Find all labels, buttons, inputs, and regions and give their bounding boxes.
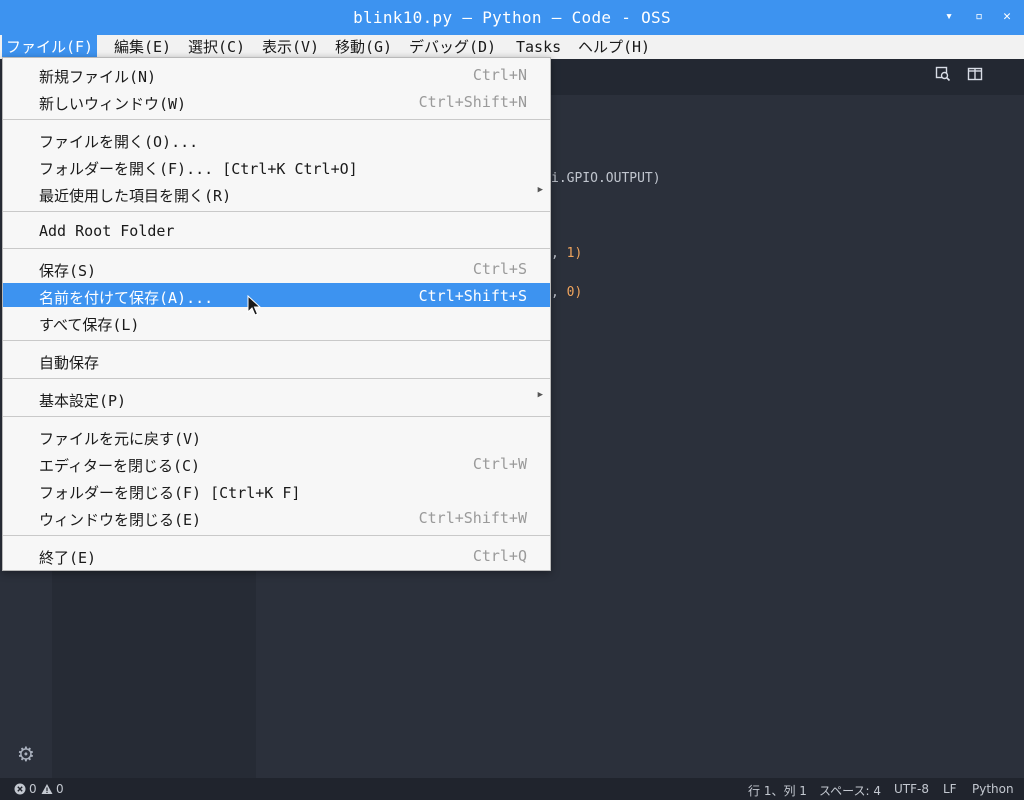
menu-separator	[3, 535, 550, 536]
shortcut-label: Ctrl+S	[472, 260, 527, 278]
menu-item-label: フォルダーを閉じる(F) [Ctrl+K F]	[39, 484, 301, 502]
menu-item-open-recent[interactable]: 最近使用した項目を開く(R) ▶	[3, 181, 550, 205]
code-number: 1)	[566, 246, 583, 261]
menu-item-revert-file[interactable]: ファイルを元に戻す(V)	[3, 424, 550, 448]
gear-icon[interactable]: ⚙	[14, 742, 38, 766]
menu-item-label: 新規ファイル(N)	[39, 68, 157, 86]
menu-selection[interactable]: 選択(C)	[184, 35, 249, 59]
code-line: , 1)	[551, 246, 582, 261]
menu-separator	[3, 211, 550, 212]
open-preview-icon[interactable]	[933, 66, 953, 86]
menu-item-label: 最近使用した項目を開く(R)	[39, 187, 232, 205]
menu-debug[interactable]: デバッグ(D)	[405, 35, 500, 59]
split-editor-icon[interactable]	[965, 66, 985, 86]
menu-separator	[3, 340, 550, 341]
menu-item-label: 名前を付けて保存(A)...	[39, 289, 214, 307]
code-line: i.GPIO.OUTPUT)	[551, 171, 661, 186]
encoding[interactable]: UTF-8	[894, 782, 929, 796]
menu-item-label: 終了(E)	[39, 549, 97, 567]
indentation[interactable]: スペース: 4	[819, 782, 881, 799]
menu-file[interactable]: ファイル(F)	[2, 35, 98, 59]
menu-item-auto-save[interactable]: 自動保存	[3, 348, 550, 372]
menu-item-exit[interactable]: 終了(E) Ctrl+Q	[3, 543, 550, 567]
menu-item-label: 基本設定(P)	[39, 392, 127, 410]
maximize-button[interactable]: ▫	[970, 7, 988, 27]
menu-item-open-file[interactable]: ファイルを開く(O)...	[3, 127, 550, 151]
shortcut-label: Ctrl+Shift+S	[418, 287, 527, 305]
menu-item-label: ファイルを元に戻す(V)	[39, 430, 202, 448]
menu-edit[interactable]: 編集(E)	[110, 35, 175, 59]
language-mode[interactable]: Python	[972, 782, 1014, 796]
warning-count[interactable]: 0	[56, 782, 64, 796]
menu-item-label: 新しいウィンドウ(W)	[39, 95, 187, 113]
menu-item-new-window[interactable]: 新しいウィンドウ(W) Ctrl+Shift+N	[3, 89, 550, 113]
submenu-arrow-icon: ▶	[537, 185, 543, 195]
menu-item-close-editor[interactable]: エディターを閉じる(C) Ctrl+W	[3, 451, 550, 475]
shortcut-label: Ctrl+W	[472, 455, 527, 473]
end-of-line[interactable]: LF	[943, 782, 957, 796]
mouse-cursor-icon	[247, 295, 261, 316]
menu-help[interactable]: ヘルプ(H)	[574, 35, 654, 59]
menu-separator	[3, 378, 550, 379]
shortcut-label: Ctrl+Shift+W	[418, 509, 527, 527]
menu-item-preferences[interactable]: 基本設定(P) ▶	[3, 386, 550, 410]
code-text: ,	[551, 285, 567, 300]
menu-go[interactable]: 移動(G)	[331, 35, 396, 59]
menu-item-close-folder[interactable]: フォルダーを閉じる(F) [Ctrl+K F]	[3, 478, 550, 502]
menu-item-label: エディターを閉じる(C)	[39, 457, 201, 475]
menu-item-add-root-folder[interactable]: Add Root Folder	[3, 218, 550, 242]
warning-icon[interactable]	[41, 783, 53, 798]
menu-view[interactable]: 表示(V)	[258, 35, 323, 59]
menu-item-label: Add Root Folder	[39, 222, 175, 240]
shortcut-label: Ctrl+Q	[472, 547, 527, 565]
menu-separator	[3, 416, 550, 417]
submenu-arrow-icon: ▶	[537, 390, 543, 400]
menu-bar: ファイル(F) 編集(E) 選択(C) 表示(V) 移動(G) デバッグ(D) …	[0, 35, 1024, 59]
shortcut-label: Ctrl+N	[472, 66, 527, 84]
menu-item-label: ファイルを開く(O)...	[39, 133, 199, 151]
title-bar: blink10.py — Python — Code - OSS ▾ ▫ ✕	[0, 0, 1024, 35]
preview-search-icon	[935, 66, 951, 82]
error-circle-glyph	[14, 783, 26, 795]
window-title: blink10.py — Python — Code - OSS	[353, 8, 671, 27]
menu-tasks[interactable]: Tasks	[512, 35, 565, 59]
warning-triangle-glyph	[41, 784, 53, 794]
menu-item-label: ウィンドウを閉じる(E)	[39, 511, 202, 529]
menu-item-new-file[interactable]: 新規ファイル(N) Ctrl+N	[3, 62, 550, 86]
code-number: 0)	[566, 285, 583, 300]
status-bar: 0 0 行 1、列 1 スペース: 4 UTF-8 LF Python	[0, 778, 1024, 800]
error-icon[interactable]	[14, 783, 26, 798]
menu-item-label: 自動保存	[39, 354, 100, 372]
menu-item-save[interactable]: 保存(S) Ctrl+S	[3, 256, 550, 280]
minimize-button[interactable]: ▾	[940, 7, 958, 27]
split-editor-glyph	[967, 67, 983, 81]
menu-separator	[3, 248, 550, 249]
file-menu: 新規ファイル(N) Ctrl+N 新しいウィンドウ(W) Ctrl+Shift+N …	[2, 57, 551, 571]
menu-separator	[3, 119, 550, 120]
code-line: , 0)	[551, 285, 582, 300]
close-button[interactable]: ✕	[998, 7, 1016, 27]
error-count[interactable]: 0	[29, 782, 37, 796]
menu-item-label: すべて保存(L)	[39, 316, 140, 334]
cursor-position[interactable]: 行 1、列 1	[748, 782, 807, 799]
code-text: ,	[551, 246, 567, 261]
shortcut-label: Ctrl+Shift+N	[418, 93, 527, 111]
menu-item-label: フォルダーを開く(F)... [Ctrl+K Ctrl+O]	[39, 160, 358, 178]
menu-item-label: 保存(S)	[39, 262, 97, 280]
menu-item-save-all[interactable]: すべて保存(L)	[3, 310, 550, 334]
menu-item-save-as[interactable]: 名前を付けて保存(A)... Ctrl+Shift+S	[3, 283, 550, 307]
menu-item-close-window[interactable]: ウィンドウを閉じる(E) Ctrl+Shift+W	[3, 505, 550, 529]
menu-item-open-folder[interactable]: フォルダーを開く(F)... [Ctrl+K Ctrl+O]	[3, 154, 550, 178]
